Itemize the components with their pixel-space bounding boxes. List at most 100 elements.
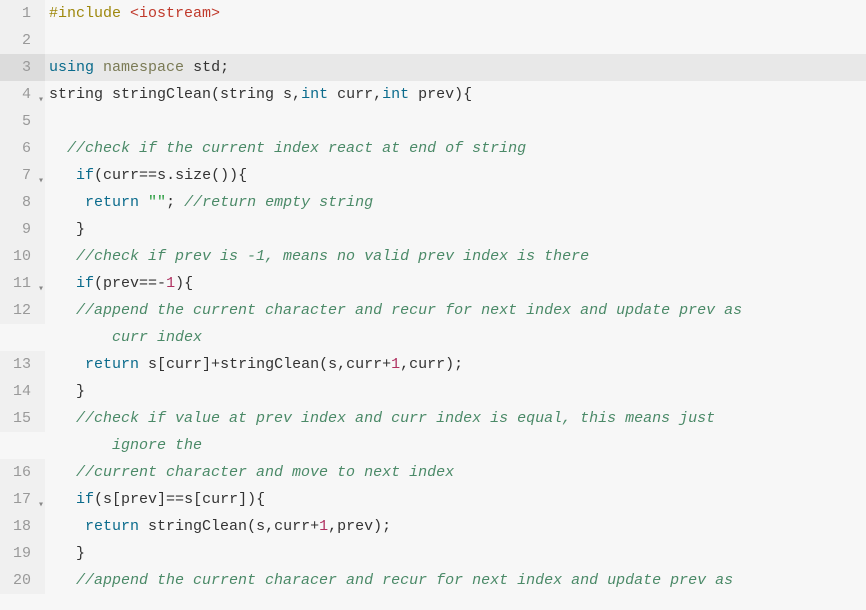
token: prev){ bbox=[409, 86, 472, 103]
token: (curr bbox=[94, 167, 139, 184]
line-number: 11▾ bbox=[0, 270, 45, 297]
code-content[interactable]: return stringClean(s,curr+1,prev); bbox=[45, 513, 866, 540]
token bbox=[49, 140, 67, 157]
token bbox=[49, 275, 76, 292]
token: stringClean bbox=[220, 356, 319, 373]
token: } bbox=[49, 221, 85, 238]
line-number: 17▾ bbox=[0, 486, 45, 513]
line-number: 13 bbox=[0, 351, 45, 378]
token: ; bbox=[166, 194, 184, 211]
token: using bbox=[49, 59, 94, 76]
token: curr index bbox=[112, 329, 202, 346]
line-number: 7▾ bbox=[0, 162, 45, 189]
line-number: 2 bbox=[0, 27, 45, 54]
code-content[interactable]: //current character and move to next ind… bbox=[45, 459, 866, 486]
token: string bbox=[49, 86, 112, 103]
token: int bbox=[301, 86, 328, 103]
token: //return empty string bbox=[184, 194, 373, 211]
token: #include bbox=[49, 5, 130, 22]
code-line: 4▾string stringClean(string s,int curr,i… bbox=[0, 81, 866, 108]
code-line: 5 bbox=[0, 108, 866, 135]
token: s[curr]){ bbox=[184, 491, 265, 508]
code-content[interactable]: if(prev==-1){ bbox=[45, 270, 866, 297]
token: ==- bbox=[139, 275, 166, 292]
code-content[interactable]: } bbox=[45, 378, 866, 405]
token: (prev bbox=[94, 275, 139, 292]
code-line: 15 //check if value at prev index and cu… bbox=[0, 405, 866, 432]
token: ){ bbox=[175, 275, 193, 292]
code-content[interactable]: //check if prev is -1, means no valid pr… bbox=[45, 243, 866, 270]
code-line: 11▾ if(prev==-1){ bbox=[0, 270, 866, 297]
token: stringClean bbox=[112, 86, 211, 103]
token: //check if the current index react at en… bbox=[67, 140, 526, 157]
code-line: 3using namespace std; bbox=[0, 54, 866, 81]
token bbox=[49, 167, 76, 184]
token: //append the current character and recur… bbox=[76, 302, 742, 319]
code-content[interactable]: //append the current character and recur… bbox=[45, 297, 866, 324]
code-line: 13 return s[curr]+stringClean(s,curr+1,c… bbox=[0, 351, 866, 378]
code-content[interactable]: } bbox=[45, 540, 866, 567]
token: if bbox=[76, 275, 94, 292]
code-line: 17▾ if(s[prev]==s[curr]){ bbox=[0, 486, 866, 513]
code-content[interactable]: //check if the current index react at en… bbox=[45, 135, 866, 162]
code-content[interactable]: //append the current characer and recur … bbox=[45, 567, 866, 594]
code-content[interactable]: } bbox=[45, 216, 866, 243]
token: //append the current characer and recur … bbox=[76, 572, 733, 589]
code-content[interactable]: ignore the bbox=[45, 432, 866, 459]
token: (s[prev] bbox=[94, 491, 166, 508]
code-content[interactable]: #include <iostream> bbox=[45, 0, 866, 27]
code-line: 2 bbox=[0, 27, 866, 54]
code-line: 6 //check if the current index react at … bbox=[0, 135, 866, 162]
token: (s,curr bbox=[319, 356, 382, 373]
token: } bbox=[49, 545, 85, 562]
line-number: 1 bbox=[0, 0, 45, 27]
code-content[interactable]: string stringClean(string s,int curr,int… bbox=[45, 81, 866, 108]
token bbox=[49, 491, 76, 508]
code-line-wrap: curr index bbox=[0, 324, 866, 351]
token bbox=[49, 302, 76, 319]
code-content[interactable]: return ""; //return empty string bbox=[45, 189, 866, 216]
line-number: 18 bbox=[0, 513, 45, 540]
code-line: 12 //append the current character and re… bbox=[0, 297, 866, 324]
line-number: 16 bbox=[0, 459, 45, 486]
token: 1 bbox=[319, 518, 328, 535]
code-line: 8 return ""; //return empty string bbox=[0, 189, 866, 216]
code-line: 19 } bbox=[0, 540, 866, 567]
token: + bbox=[211, 356, 220, 373]
token: //check if prev is -1, means no valid pr… bbox=[76, 248, 589, 265]
code-content[interactable]: curr index bbox=[45, 324, 866, 351]
token: if bbox=[76, 167, 94, 184]
token: 1 bbox=[391, 356, 400, 373]
token: int bbox=[382, 86, 409, 103]
code-content[interactable]: if(curr==s.size()){ bbox=[45, 162, 866, 189]
code-line: 20 //append the current characer and rec… bbox=[0, 567, 866, 594]
code-content[interactable]: return s[curr]+stringClean(s,curr+1,curr… bbox=[45, 351, 866, 378]
token: //check if value at prev index and curr … bbox=[76, 410, 715, 427]
code-content[interactable]: if(s[prev]==s[curr]){ bbox=[45, 486, 866, 513]
code-line: 9 } bbox=[0, 216, 866, 243]
token bbox=[49, 356, 85, 373]
token bbox=[49, 572, 76, 589]
token: "" bbox=[148, 194, 166, 211]
token bbox=[139, 194, 148, 211]
code-line: 16 //current character and move to next … bbox=[0, 459, 866, 486]
token: ,curr); bbox=[400, 356, 463, 373]
token: ignore the bbox=[112, 437, 202, 454]
line-number: 14 bbox=[0, 378, 45, 405]
token: s.size()){ bbox=[157, 167, 247, 184]
token: <iostream> bbox=[130, 5, 220, 22]
line-number: 8 bbox=[0, 189, 45, 216]
token: } bbox=[49, 383, 85, 400]
code-line: 14 } bbox=[0, 378, 866, 405]
code-content[interactable]: //check if value at prev index and curr … bbox=[45, 405, 866, 432]
code-content[interactable]: using namespace std; bbox=[45, 54, 866, 81]
code-line: 10 //check if prev is -1, means no valid… bbox=[0, 243, 866, 270]
token bbox=[49, 410, 76, 427]
line-number: 12 bbox=[0, 297, 45, 324]
token: curr, bbox=[328, 86, 382, 103]
token: (string s, bbox=[211, 86, 301, 103]
token: == bbox=[166, 491, 184, 508]
token: 1 bbox=[166, 275, 175, 292]
token: == bbox=[139, 167, 157, 184]
token bbox=[49, 248, 76, 265]
